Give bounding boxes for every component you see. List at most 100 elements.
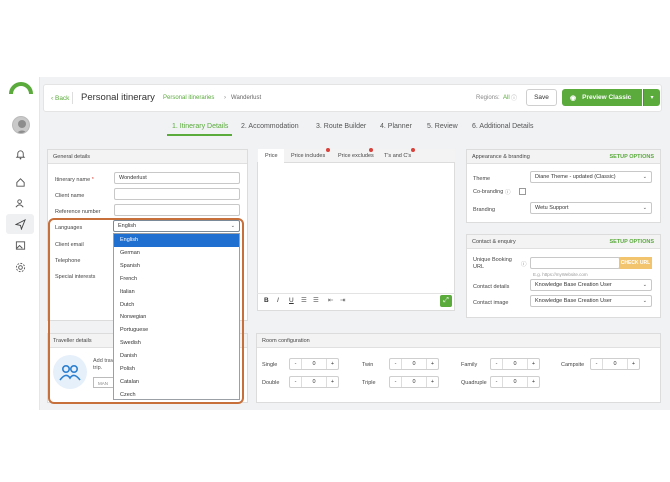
theme-label: Theme bbox=[473, 176, 491, 182]
regions-value[interactable]: All bbox=[503, 95, 510, 101]
underline-button[interactable]: U bbox=[289, 297, 294, 304]
twin-stepper[interactable]: -0 + bbox=[389, 358, 439, 370]
chevron-down-icon: ⌄ bbox=[642, 282, 647, 288]
cobranding-checkbox[interactable] bbox=[519, 188, 526, 195]
decrement-button[interactable]: - bbox=[290, 377, 302, 387]
breadcrumb-current: Wanderlust bbox=[231, 95, 262, 101]
tab-price-excludes[interactable]: Price excludes bbox=[333, 150, 379, 163]
step-tab-6[interactable]: 6. Additional Details bbox=[472, 123, 533, 137]
step-tab-2[interactable]: 2. Accommodation bbox=[241, 123, 299, 137]
regions-label: Regions: bbox=[476, 95, 500, 101]
unique-url-input[interactable] bbox=[530, 257, 620, 269]
outdent-icon[interactable]: ⇤ bbox=[328, 296, 333, 304]
home-icon[interactable] bbox=[15, 177, 26, 188]
increment-button[interactable]: + bbox=[326, 359, 338, 369]
appearance-setup-options-link[interactable]: SETUP OPTIONS bbox=[609, 154, 654, 160]
save-label: Save bbox=[534, 94, 549, 101]
increment-button[interactable]: + bbox=[426, 359, 438, 369]
decrement-button[interactable]: - bbox=[290, 359, 302, 369]
itinerary-name-value: Wonderlust bbox=[119, 175, 147, 181]
double-stepper[interactable]: -0 + bbox=[289, 376, 339, 388]
url-placeholder-hint: E.g. https://myWebsite.com bbox=[533, 272, 588, 277]
tab-terms[interactable]: T's and C's bbox=[379, 150, 416, 163]
quadruple-stepper[interactable]: -0 + bbox=[490, 376, 540, 388]
contact-details-select[interactable]: Knowledge Base Creation User ⌄ bbox=[530, 279, 652, 291]
contact-image-select[interactable]: Knowledge Base Creation User ⌄ bbox=[530, 295, 652, 307]
chevron-down-icon: ⌄ bbox=[642, 174, 647, 180]
branding-select[interactable]: Wetu Support ⌄ bbox=[530, 202, 652, 214]
triple-stepper[interactable]: -0 + bbox=[389, 376, 439, 388]
info-icon[interactable]: ⓘ bbox=[511, 93, 517, 102]
send-icon[interactable] bbox=[15, 219, 26, 230]
users-icon[interactable] bbox=[15, 198, 26, 209]
tab-price[interactable]: Price bbox=[260, 150, 283, 163]
breadcrumb-link[interactable]: Personal itineraries bbox=[163, 95, 214, 101]
reference-number-label: Reference number bbox=[55, 209, 101, 215]
back-label: Back bbox=[54, 95, 70, 102]
decrement-button[interactable]: - bbox=[390, 359, 402, 369]
decrement-button[interactable]: - bbox=[491, 359, 503, 369]
stepper-value[interactable]: 0 bbox=[603, 359, 627, 369]
fullscreen-icon[interactable]: ⤢ bbox=[440, 295, 452, 307]
increment-button[interactable]: + bbox=[627, 359, 639, 369]
editor-toolbar-divider bbox=[257, 293, 455, 294]
room-label-double: Double bbox=[262, 380, 280, 386]
single-stepper[interactable]: -0 + bbox=[289, 358, 339, 370]
bullet-list-icon[interactable]: ☰ bbox=[313, 296, 319, 304]
callout-highlight-box bbox=[48, 218, 244, 404]
family-stepper[interactable]: -0 + bbox=[490, 358, 540, 370]
increment-button[interactable]: + bbox=[527, 377, 539, 387]
ordered-list-icon[interactable]: ☰ bbox=[301, 296, 307, 304]
preview-dropdown-button[interactable]: ▾ bbox=[643, 89, 660, 106]
decrement-button[interactable]: - bbox=[390, 377, 402, 387]
stepper-value[interactable]: 0 bbox=[302, 377, 326, 387]
increment-button[interactable]: + bbox=[426, 377, 438, 387]
campsite-stepper[interactable]: -0 + bbox=[590, 358, 640, 370]
chevron-left-icon: ‹ bbox=[51, 95, 54, 102]
step-tab-4[interactable]: 4. Planner bbox=[380, 123, 412, 137]
save-button[interactable]: Save bbox=[526, 89, 557, 106]
price-includes-alert-dot bbox=[326, 148, 330, 152]
cobranding-label: Co-branding bbox=[473, 189, 504, 195]
stepper-value[interactable]: 0 bbox=[503, 359, 527, 369]
room-label-family: Family bbox=[461, 362, 478, 368]
decrement-button[interactable]: - bbox=[491, 377, 503, 387]
step-tab-3[interactable]: 3. Route Builder bbox=[316, 123, 366, 137]
italic-button[interactable]: I bbox=[277, 297, 279, 304]
theme-select[interactable]: Diane Theme - updated (Classic) ⌄ bbox=[530, 171, 652, 183]
contact-setup-options-link[interactable]: SETUP OPTIONS bbox=[609, 239, 654, 245]
stepper-value[interactable]: 0 bbox=[402, 377, 426, 387]
decrement-button[interactable]: - bbox=[591, 359, 603, 369]
preview-classic-button[interactable]: ◉ Preview Classic bbox=[562, 89, 642, 106]
settings-icon[interactable] bbox=[15, 262, 26, 273]
stepper-value[interactable]: 0 bbox=[302, 359, 326, 369]
itinerary-name-input[interactable]: Wonderlust bbox=[114, 172, 240, 184]
tab-price-includes[interactable]: Price includes bbox=[286, 150, 330, 163]
indent-icon[interactable]: ⇥ bbox=[340, 296, 345, 304]
page-title: Personal itinerary bbox=[81, 92, 155, 103]
bold-button[interactable]: B bbox=[264, 297, 269, 304]
terms-alert-dot bbox=[411, 148, 415, 152]
stepper-value[interactable]: 0 bbox=[503, 377, 527, 387]
itinerary-name-label: Itinerary name * bbox=[55, 177, 94, 183]
info-icon[interactable]: ⓘ bbox=[505, 188, 511, 196]
stepper-value[interactable]: 0 bbox=[402, 359, 426, 369]
unique-url-label-line2: URL bbox=[473, 264, 485, 270]
increment-button[interactable]: + bbox=[527, 359, 539, 369]
reference-number-input[interactable] bbox=[114, 204, 240, 216]
step-tab-5[interactable]: 5. Review bbox=[427, 123, 458, 137]
contact-details-value: Knowledge Base Creation User bbox=[535, 282, 612, 288]
bell-icon[interactable] bbox=[15, 149, 26, 160]
branding-label: Branding bbox=[473, 207, 496, 213]
check-url-button[interactable]: CHECK URL bbox=[619, 257, 652, 269]
active-step-underline bbox=[167, 134, 232, 136]
info-icon[interactable]: ⓘ bbox=[521, 260, 527, 268]
client-name-input[interactable] bbox=[114, 188, 240, 200]
increment-button[interactable]: + bbox=[326, 377, 338, 387]
client-name-label: Client name bbox=[55, 193, 85, 199]
room-config-title: Room configuration bbox=[257, 334, 660, 348]
back-button[interactable]: ‹ Back bbox=[51, 95, 69, 102]
avatar[interactable] bbox=[12, 116, 30, 134]
image-icon[interactable] bbox=[15, 240, 26, 251]
breadcrumb-separator: › bbox=[224, 95, 226, 101]
